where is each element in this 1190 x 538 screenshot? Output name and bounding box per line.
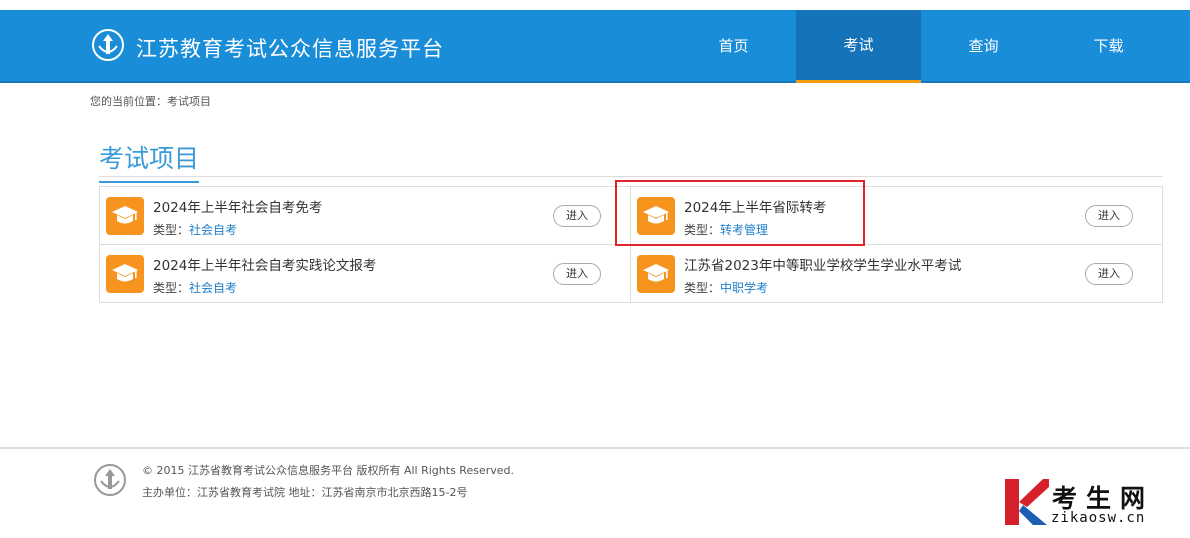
enter-button[interactable]: 进入 bbox=[1085, 263, 1133, 285]
nav-query[interactable]: 查询 bbox=[921, 10, 1046, 83]
site-header: 江苏教育考试公众信息服务平台 首页 考试 查询 下载 bbox=[0, 10, 1190, 83]
graduation-cap-icon bbox=[637, 255, 675, 293]
site-title[interactable]: 江苏教育考试公众信息服务平台 bbox=[136, 33, 444, 63]
footer-copyright: © 2015 江苏省教育考试公众信息服务平台 版权所有 All Rights R… bbox=[142, 464, 515, 477]
title-divider bbox=[99, 176, 1163, 177]
breadcrumb: 您的当前位置：考试项目 bbox=[90, 95, 211, 108]
exam-name: 2024年上半年社会自考实践论文报考 bbox=[153, 258, 377, 274]
exam-card: 2024年上半年社会自考免考 类型：社会自考 进入 bbox=[100, 187, 631, 245]
exam-name: 2024年上半年省际转考 bbox=[684, 200, 827, 216]
exam-type: 类型：转考管理 bbox=[684, 221, 768, 238]
nav-home[interactable]: 首页 bbox=[671, 10, 796, 83]
footer-divider bbox=[0, 447, 1190, 449]
exam-type: 类型：社会自考 bbox=[153, 221, 237, 238]
exam-type-label: 类型： bbox=[153, 281, 190, 295]
exam-name: 2024年上半年社会自考免考 bbox=[153, 200, 323, 216]
enter-button[interactable]: 进入 bbox=[1085, 205, 1133, 227]
graduation-cap-icon bbox=[106, 255, 144, 293]
nav-exam[interactable]: 考试 bbox=[796, 10, 921, 83]
exam-type-label: 类型： bbox=[684, 223, 721, 237]
top-strip bbox=[0, 0, 1190, 10]
watermark-en-text: zikaosw.cn bbox=[1051, 510, 1146, 526]
exam-type-link[interactable]: 社会自考 bbox=[189, 223, 237, 237]
main-nav: 首页 考试 查询 下载 bbox=[671, 10, 1171, 83]
exam-type-link[interactable]: 转考管理 bbox=[720, 223, 768, 237]
graduation-cap-icon bbox=[106, 197, 144, 235]
exam-card: 2024年上半年社会自考实践论文报考 类型：社会自考 进入 bbox=[100, 245, 631, 303]
exam-type-label: 类型： bbox=[684, 281, 721, 295]
site-logo-icon bbox=[92, 29, 124, 61]
exam-card: 江苏省2023年中等职业学校学生学业水平考试 类型：中职学考 进入 bbox=[631, 245, 1162, 303]
graduation-cap-icon bbox=[637, 197, 675, 235]
exam-type-link[interactable]: 社会自考 bbox=[189, 281, 237, 295]
exam-type: 类型：社会自考 bbox=[153, 279, 237, 296]
exam-name: 江苏省2023年中等职业学校学生学业水平考试 bbox=[684, 258, 962, 274]
exam-type-label: 类型： bbox=[153, 223, 190, 237]
footer-logo-icon bbox=[94, 464, 126, 496]
enter-button[interactable]: 进入 bbox=[553, 205, 601, 227]
exam-card: 2024年上半年省际转考 类型：转考管理 进入 bbox=[631, 187, 1162, 245]
watermark-k-logo-icon bbox=[1005, 479, 1049, 525]
exam-list: 2024年上半年社会自考免考 类型：社会自考 进入 2024年上半年省际转考 类… bbox=[99, 186, 1163, 303]
nav-download[interactable]: 下载 bbox=[1046, 10, 1171, 83]
watermark: 考生网 zikaosw.cn bbox=[1003, 477, 1183, 529]
enter-button[interactable]: 进入 bbox=[553, 263, 601, 285]
footer-address: 主办单位：江苏省教育考试院 地址：江苏省南京市北京西路15-2号 bbox=[142, 486, 468, 499]
exam-type-link[interactable]: 中职学考 bbox=[720, 281, 768, 295]
exam-type: 类型：中职学考 bbox=[684, 279, 768, 296]
